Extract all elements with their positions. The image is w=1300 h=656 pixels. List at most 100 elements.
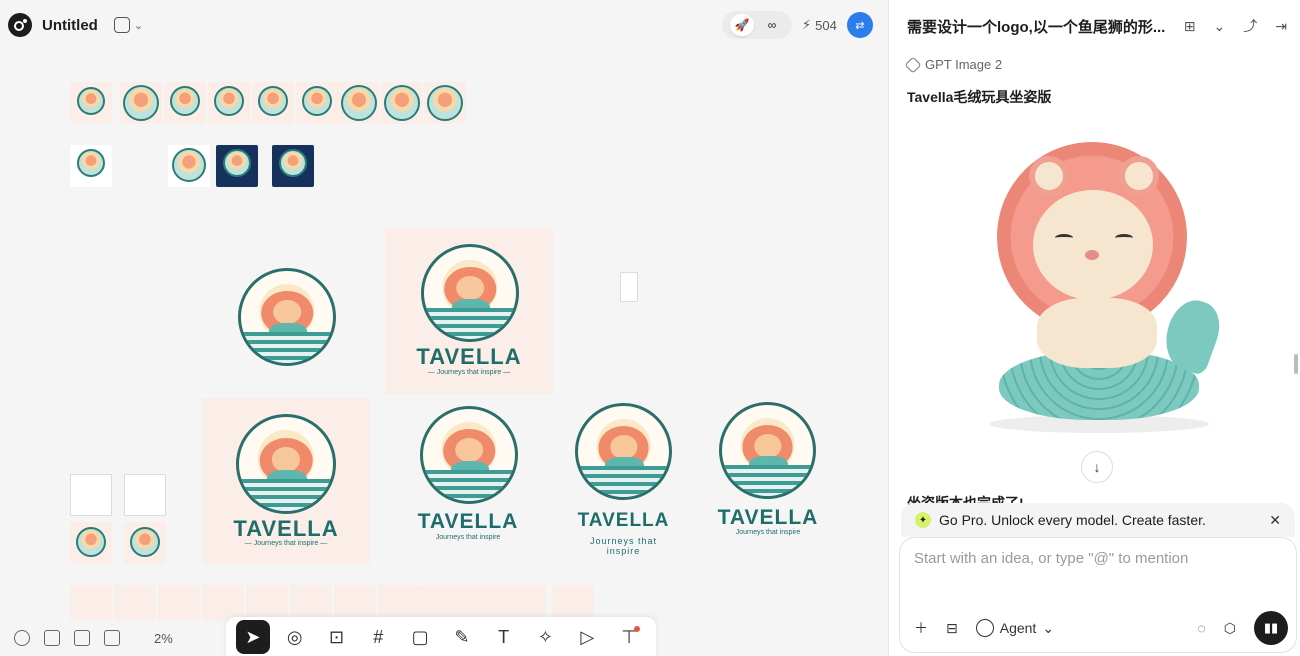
canvas-logo[interactable] xyxy=(238,268,336,366)
rectangle-tool[interactable]: ▢ xyxy=(403,620,437,654)
canvas-image[interactable] xyxy=(504,585,546,621)
canvas-image[interactable] xyxy=(252,82,294,124)
canvas-image[interactable] xyxy=(462,585,504,621)
canvas-image[interactable] xyxy=(272,145,314,187)
scroll-down-button[interactable]: ↓ xyxy=(1081,451,1113,483)
cube-icon[interactable]: ⬡ xyxy=(1224,620,1236,637)
assets-icon[interactable] xyxy=(74,630,90,646)
canvas-topbar: Untitled ⌄ xyxy=(8,12,143,38)
lion-logo-icon xyxy=(427,85,463,121)
ear-shape xyxy=(1119,156,1159,196)
agent-label: Agent xyxy=(999,620,1037,636)
canvas-image[interactable] xyxy=(208,82,250,124)
canvas-document[interactable] xyxy=(620,272,638,302)
ai-text-tool[interactable]: ⊤ xyxy=(612,620,646,654)
chevron-down-icon[interactable]: ⌄ xyxy=(1214,18,1226,35)
canvas-image[interactable] xyxy=(381,82,423,124)
app-logo-icon[interactable] xyxy=(8,13,32,37)
generated-image[interactable] xyxy=(929,110,1259,460)
face-shape xyxy=(456,276,484,301)
credits-counter[interactable]: ⚡ 504 xyxy=(802,17,837,33)
canvas-logo[interactable] xyxy=(575,403,672,500)
canvas-image[interactable] xyxy=(202,585,244,621)
pen-tool[interactable]: ✎ xyxy=(445,620,479,654)
canvas-image[interactable] xyxy=(378,585,420,621)
zoom-level[interactable]: 2% xyxy=(154,631,173,646)
canvas-logo-card[interactable]: TAVELLA — Journeys that inspire — xyxy=(202,398,370,564)
select-tool[interactable]: ➤ xyxy=(235,620,270,654)
canvas-image[interactable] xyxy=(420,585,462,621)
face-shape xyxy=(609,435,638,459)
canvas-toolbar: ➤ ◎ ⊡ # ▢ ✎ T ✧ ▷ ⊤ xyxy=(226,617,656,656)
panel-scrollbar[interactable] xyxy=(1294,354,1298,374)
voice-send-button[interactable]: ▮▮ xyxy=(1254,611,1288,645)
canvas-logo[interactable] xyxy=(420,406,518,504)
layers-icon[interactable] xyxy=(44,630,60,646)
image-sparkle-icon: ✧ xyxy=(537,626,554,647)
canvas-image[interactable] xyxy=(338,82,380,124)
face-shape xyxy=(273,300,301,325)
collapse-panel-icon[interactable]: ⇥ xyxy=(1275,18,1287,35)
lion-logo-icon xyxy=(341,85,377,121)
model-icon xyxy=(904,56,922,73)
logo-wordmark: TAVELLA xyxy=(233,516,339,541)
canvas-image[interactable] xyxy=(164,82,206,124)
logo-tagline: — Journeys that inspire — xyxy=(244,540,328,547)
notification-dot xyxy=(634,626,641,632)
close-icon[interactable]: ✕ xyxy=(1269,512,1281,529)
face-shape xyxy=(455,438,483,463)
text-tool[interactable]: T xyxy=(487,620,521,654)
canvas-image[interactable] xyxy=(334,585,376,621)
canvas-document[interactable] xyxy=(124,474,166,516)
waves-shape xyxy=(239,479,333,511)
pin-icon: ◎ xyxy=(286,626,303,647)
canvas-image[interactable] xyxy=(70,522,112,564)
agent-selector[interactable]: Agent ⌄ xyxy=(975,619,1054,637)
lion-plush-icon xyxy=(130,527,160,557)
eye-shape xyxy=(1115,234,1133,242)
agent-icon xyxy=(975,619,994,637)
canvas-image[interactable] xyxy=(114,585,156,621)
canvas-image[interactable] xyxy=(290,585,332,621)
infinity-icon[interactable]: ∞ xyxy=(760,14,784,36)
avatar[interactable]: ⇄ xyxy=(846,12,873,38)
mode-toggle[interactable]: 🚀 ∞ xyxy=(722,11,792,39)
history-icon[interactable] xyxy=(104,630,120,646)
panel-header: 需要设计一个logo,以一个鱼尾狮的形... ⊞ ⌄ ⤴ ⇥ xyxy=(907,14,1287,38)
canvas[interactable]: Untitled ⌄ 🚀 ∞ ⚡ 504 ⇄ TAVELLA — Journey… xyxy=(0,0,888,656)
lion-logo-icon xyxy=(223,149,251,177)
doc-title[interactable]: Untitled xyxy=(42,17,98,34)
canvas-document[interactable] xyxy=(70,474,112,516)
canvas-image[interactable] xyxy=(70,82,112,124)
plus-icon[interactable]: ＋ xyxy=(914,618,928,638)
canvas-image[interactable] xyxy=(70,145,112,187)
canvas-logo-card[interactable]: TAVELLA — Journeys that inspire — xyxy=(385,228,553,394)
canvas-image[interactable] xyxy=(424,82,466,124)
canvas-image[interactable] xyxy=(246,585,288,621)
canvas-image[interactable] xyxy=(124,522,166,564)
title-menu-button[interactable]: ⌄ xyxy=(113,17,143,33)
app-root: Untitled ⌄ 🚀 ∞ ⚡ 504 ⇄ TAVELLA — Journey… xyxy=(0,0,1300,656)
canvas-image[interactable] xyxy=(120,82,162,124)
canvas-logo[interactable] xyxy=(719,402,816,499)
promo-banner[interactable]: ✦ Go Pro. Unlock every model. Create fas… xyxy=(901,503,1295,537)
canvas-image[interactable] xyxy=(552,585,594,621)
rocket-icon[interactable]: 🚀 xyxy=(730,14,754,36)
frame-tool[interactable]: # xyxy=(361,620,395,654)
video-gen-tool[interactable]: ▷ xyxy=(570,620,604,654)
canvas-image[interactable] xyxy=(168,145,210,187)
lightbulb-icon[interactable]: ◌ xyxy=(1197,620,1205,636)
canvas-bottom-controls: 2% xyxy=(14,630,173,646)
new-chat-icon[interactable]: ⊞ xyxy=(1184,18,1196,35)
canvas-image[interactable] xyxy=(216,145,258,187)
circle-icon[interactable] xyxy=(14,630,30,646)
prompt-input[interactable] xyxy=(914,550,1274,567)
share-icon[interactable]: ⤴ xyxy=(1243,16,1257,36)
book-icon[interactable]: ⊟ xyxy=(946,620,958,637)
canvas-image[interactable] xyxy=(296,82,338,124)
pin-tool[interactable]: ◎ xyxy=(278,620,312,654)
image-gen-tool[interactable]: ✧ xyxy=(528,620,562,654)
image-upload-tool[interactable]: ⊡ xyxy=(319,620,353,654)
canvas-image[interactable] xyxy=(158,585,200,621)
canvas-image[interactable] xyxy=(70,585,112,621)
